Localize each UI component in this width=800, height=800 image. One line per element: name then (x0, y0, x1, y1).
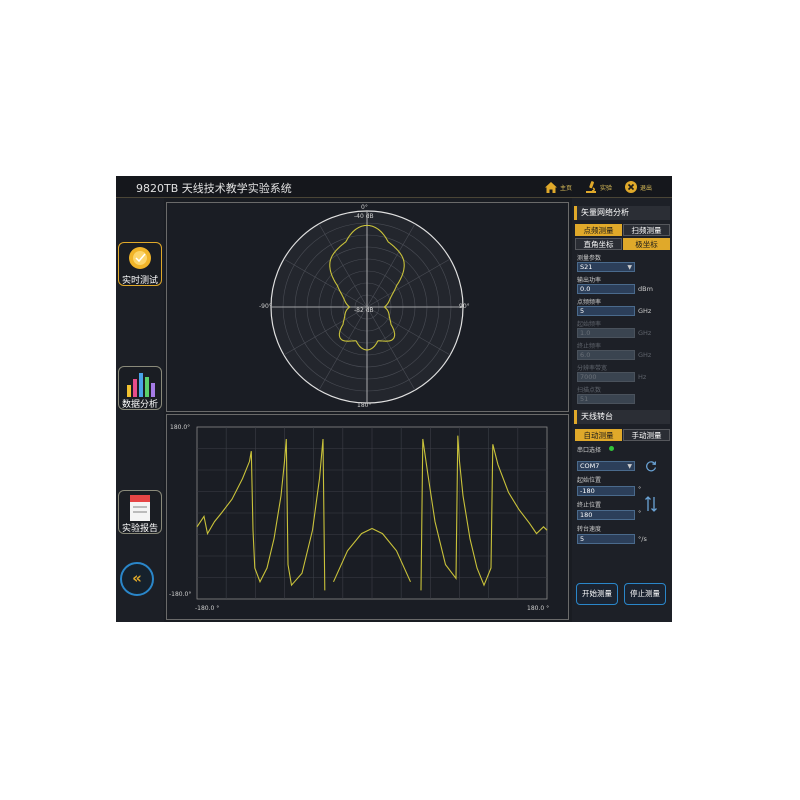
start-freq-label: 起始频率 (577, 321, 602, 328)
port-label: 串口选择 (577, 447, 602, 454)
exit-label: 退出 (640, 184, 653, 192)
tab-manual-measure[interactable]: 手动测量 (623, 429, 670, 441)
tab-sweep-measure[interactable]: 扫频测量 (623, 224, 670, 236)
speed-label: 转台速度 (577, 526, 602, 533)
stop-pos-label: 终止位置 (577, 502, 602, 509)
speed-input[interactable]: 5 (577, 534, 635, 544)
title-bar: 9820TB 天线技术教学实验系统 主页 实验 退出 (116, 176, 672, 198)
param-label: 测量参数 (577, 255, 602, 262)
param-select[interactable]: S21 ▼ (577, 262, 635, 272)
freq-label: 点频频率 (577, 299, 602, 306)
nav-data-analysis[interactable]: 数据分析 (118, 366, 162, 410)
vna-section-title: 矢量网络分析 (574, 206, 670, 220)
polar-left-label: -90° (259, 303, 272, 310)
port-status-lamp (609, 446, 614, 451)
stop-pos-input[interactable]: 180 (577, 510, 635, 520)
start-freq-input[interactable]: 1.0 (577, 328, 635, 338)
polar-outer-db-label: -40 dB (354, 213, 374, 220)
port-select[interactable]: COM7 ▼ (577, 461, 635, 471)
power-label: 输出功率 (577, 277, 602, 284)
bar-chart-icon (127, 373, 155, 397)
power-input[interactable]: 0.0 (577, 284, 635, 294)
bw-unit: Hz (638, 373, 647, 381)
start-pos-label: 起始位置 (577, 477, 602, 484)
app-window: 9820TB 天线技术教学实验系统 主页 实验 退出 实时测试 数据分析 实验报… (116, 176, 672, 622)
polar-bottom-label: 180° (357, 402, 372, 409)
left-nav: 实时测试 数据分析 实验报告 « (116, 198, 164, 622)
home-icon (545, 181, 557, 193)
nav-realtime-label: 实时测试 (121, 276, 158, 286)
nav-analysis-label: 数据分析 (121, 400, 158, 410)
nav-report[interactable]: 实验报告 (118, 490, 162, 534)
close-circle-icon (625, 181, 637, 193)
points-label: 扫描点数 (577, 387, 602, 394)
home-label: 主页 (560, 184, 573, 192)
freq-unit: GHz (638, 307, 652, 315)
tab-point-measure[interactable]: 点频测量 (575, 224, 622, 236)
nav-report-label: 实验报告 (121, 524, 158, 534)
start-pos-unit: ° (638, 485, 642, 493)
polar-top-label: 0° (361, 204, 368, 211)
exit-button[interactable]: 退出 (624, 179, 652, 195)
experiment-label: 实验 (600, 184, 613, 192)
start-freq-unit: GHz (638, 329, 652, 337)
y-max-label: 180.0° (170, 424, 191, 431)
polar-plot-panel: 0° 180° -90° 90° -40 dB -82 dB (166, 202, 569, 412)
refresh-icon[interactable] (644, 459, 658, 473)
stop-measure-button[interactable]: 停止测量 (624, 583, 666, 605)
bw-input[interactable]: 7000 (577, 372, 635, 382)
microscope-icon (586, 181, 596, 193)
polar-inner-db-label: -82 dB (354, 307, 374, 314)
speed-unit: °/s (638, 535, 647, 543)
port-value: COM7 (580, 462, 600, 470)
stop-freq-label: 终止频率 (577, 343, 602, 350)
collapse-button[interactable]: « (120, 562, 154, 596)
settings-panel: 矢量网络分析 点频测量 扫频测量 直角坐标 极坐标 测量参数 S21 ▼ 输出功率… (572, 198, 672, 622)
x-min-label: -180.0 ° (195, 605, 220, 612)
tab-polar[interactable]: 极坐标 (623, 238, 670, 250)
tab-rectangular[interactable]: 直角坐标 (575, 238, 622, 250)
cartesian-plot-panel: 180.0° -180.0° -180.0 ° 180.0 ° (166, 414, 569, 620)
home-button[interactable]: 主页 (544, 179, 572, 195)
nav-realtime-test[interactable]: 实时测试 (118, 242, 162, 286)
x-max-label: 180.0 ° (527, 605, 550, 612)
points-input[interactable]: 51 (577, 394, 635, 404)
stop-freq-input[interactable]: 6.0 (577, 350, 635, 360)
start-measure-button[interactable]: 开始测量 (576, 583, 618, 605)
swap-arrows-icon[interactable] (644, 494, 658, 514)
start-pos-input[interactable]: -180 (577, 486, 635, 496)
param-value: S21 (580, 263, 593, 271)
realtime-icon (129, 247, 151, 269)
freq-input[interactable]: 5 (577, 306, 635, 316)
experiment-button[interactable]: 实验 (584, 179, 612, 195)
chevron-down-icon: ▼ (627, 264, 632, 271)
power-unit: dBm (638, 285, 653, 293)
y-min-label: -180.0° (169, 591, 192, 598)
report-icon (130, 495, 150, 521)
app-title: 9820TB 天线技术教学实验系统 (136, 182, 292, 195)
turntable-section-title: 天线转台 (574, 410, 670, 424)
polar-right-label: 90° (459, 303, 470, 310)
chevron-down-icon: ▼ (627, 463, 632, 470)
stop-pos-unit: ° (638, 509, 642, 517)
bw-label: 分辨率带宽 (577, 365, 608, 372)
stop-freq-unit: GHz (638, 351, 652, 359)
cartesian-plot (196, 426, 548, 600)
tab-auto-measure[interactable]: 自动测量 (575, 429, 622, 441)
